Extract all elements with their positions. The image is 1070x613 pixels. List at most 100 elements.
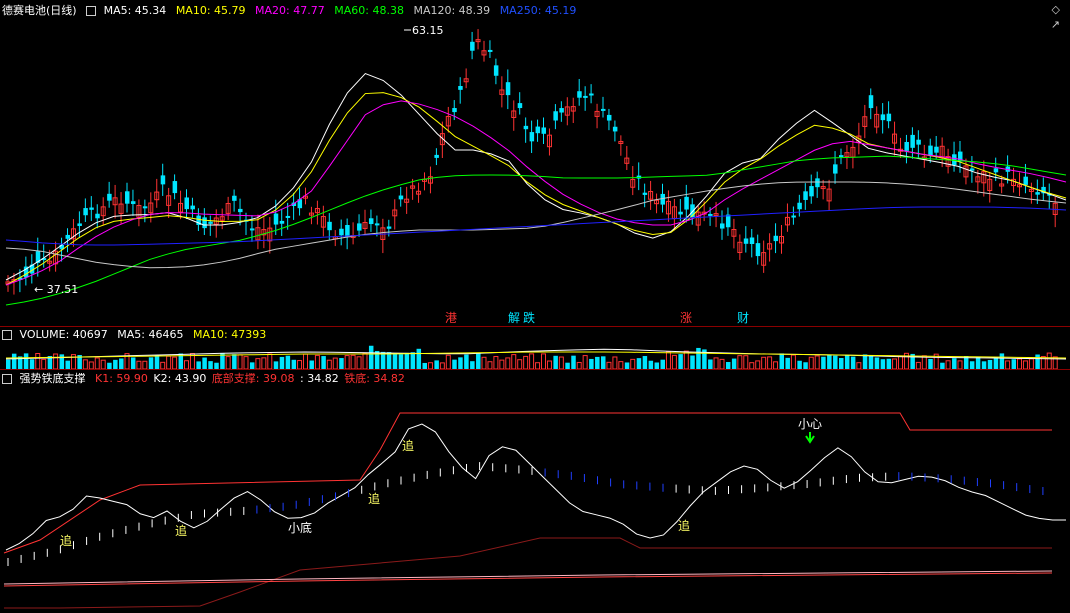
candle-body [601,108,606,111]
event-marker: 解 [508,311,520,325]
arrow-icon[interactable]: ↗ [1051,18,1060,31]
volume-bar [839,358,844,369]
volume-bar [868,355,874,369]
volume-bar [987,359,993,369]
volume-bar [184,360,189,369]
candle-body [606,114,612,121]
candle-body [327,221,332,231]
volume-bar [11,353,17,369]
volume-bar [797,360,802,369]
candle-body [452,108,457,113]
volume-bar [844,355,850,369]
volume-bar [999,353,1005,369]
volume-bar [993,357,999,369]
candle-body [803,191,808,200]
volume-bar [541,353,546,369]
candle-body [470,41,475,51]
candle-body [589,93,594,96]
candle-body [553,111,558,121]
down-arrow-icon [805,432,815,444]
ma120-label: MA120: 48.39 [413,4,491,17]
candle-body [374,223,380,226]
square-icon [86,6,97,16]
volume-bar [237,354,243,369]
indicator-legend: 强势铁底支撑 K1: 59.90 K2: 43.90 底部支撑: 39.08 :… [2,372,411,386]
candle-body [993,168,999,173]
candle-body [612,126,618,132]
low-price-label: ← 37.51 [34,283,78,296]
candle-body [773,235,779,242]
candle-body [577,91,582,98]
volume-bar [921,355,927,369]
volume-bar [232,354,237,369]
volume-bar [660,359,665,369]
volume-bar [470,361,475,369]
volume-bar [529,353,535,369]
volume-bar [731,358,737,369]
volume-bar [314,354,320,369]
caution-label: 小心 [798,417,822,431]
volume-bar [410,352,416,369]
volume-pane[interactable]: VOLUME: 40697 MA5: 46465 MA10: 47393 [0,327,1070,369]
volume-bar [267,353,273,369]
chase-signal: 追 [368,491,380,506]
volume-bar [1022,360,1028,369]
volume-bar [981,361,987,369]
indicator-chart: 追追追追追小底小心 [3,412,1066,609]
volume-bar [303,353,308,369]
volume-bar [779,353,784,369]
volume-bar [630,358,636,369]
candle-body [684,196,689,210]
volume-bar [892,358,898,369]
volume-bar [285,355,291,369]
candle-body [190,205,195,210]
volume-bar [553,355,558,369]
volume-bar [208,361,213,369]
main-chart-pane[interactable]: 德赛电池(日线) MA5: 45.34 MA10: 45.79 MA20: 47… [0,0,1070,327]
candle-body [678,211,683,215]
stock-title: 德赛电池(日线) [2,4,77,17]
candle-body [535,126,541,134]
volume-bar [814,355,820,369]
volume-bar [618,361,624,369]
volume-bar [683,350,689,369]
volume-bar [743,355,749,369]
volume-bar [458,357,463,369]
volume-bar [862,354,868,369]
k1-line [3,412,1052,554]
volume-bar [59,354,65,369]
candle-body [559,108,564,113]
volume-bar [172,356,178,369]
candle-body [493,65,499,76]
support-label: 底部支撑: 39.08 [211,372,295,385]
support-line [4,537,1052,609]
volume-bar [589,358,594,369]
indicator-pane[interactable]: 强势铁底支撑 K1: 59.90 K2: 43.90 底部支撑: 39.08 :… [0,370,1070,613]
ma10-line [5,92,1067,286]
ma20-label: MA20: 47.77 [255,4,325,17]
volume-bar [713,357,719,369]
volume-bar [493,356,499,369]
candle-body [249,228,255,231]
candle-body [83,208,88,216]
ma5-label: MA5: 45.34 [103,4,167,17]
volume-bar [41,358,47,369]
candle-body [642,192,648,195]
candle-body [398,195,404,200]
volume-bar [696,347,701,369]
volume-bar [725,361,731,369]
square-icon [2,330,12,340]
volume-bar [886,358,892,369]
volume-bar [1005,360,1011,369]
volume-bar [136,360,142,369]
candle-body [505,82,511,96]
candle-body [357,223,362,231]
candle-body [202,217,207,229]
volume-bar [595,356,600,369]
iron-bottom-shadow [3,572,1053,587]
volume-bar [196,361,201,369]
volume-bar [957,360,963,369]
volume-bar [23,353,29,369]
diamond-icon[interactable]: ◇ [1052,3,1060,16]
volume-bar [309,360,314,369]
